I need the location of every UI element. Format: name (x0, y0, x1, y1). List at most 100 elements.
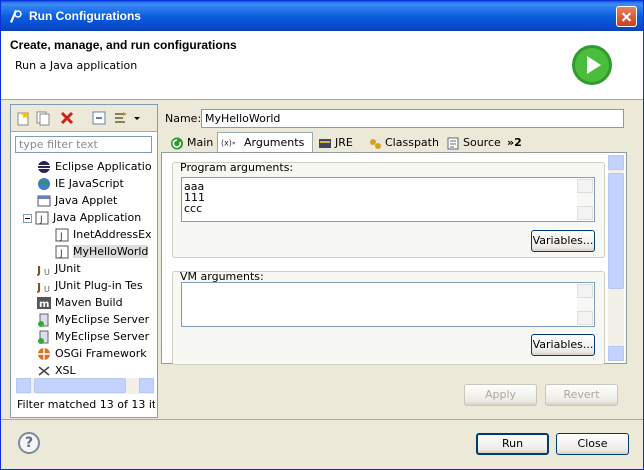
banner: Create, manage, and run configurations R… (1, 31, 643, 100)
scroll-thumb[interactable] (34, 378, 126, 393)
program-arguments-field[interactable]: aaa 111 ccc (181, 177, 595, 222)
scroll-thumb[interactable] (608, 173, 624, 289)
scroll-up-button[interactable] (577, 284, 593, 298)
tab-label: Arguments (244, 136, 305, 149)
java-app-icon: J (35, 211, 49, 225)
classpath-tab-icon (370, 139, 381, 149)
duplicate-config-icon[interactable] (35, 110, 51, 126)
tree-item[interactable]: J InetAddressEx (55, 226, 152, 243)
tree-item[interactable]: MyEclipse Server (37, 328, 149, 345)
revert-button[interactable]: Revert (545, 384, 618, 406)
tree-item[interactable]: m Maven Build (37, 294, 123, 311)
tree-item[interactable]: Eclipse Applicatio (37, 158, 152, 175)
maven-icon: m (37, 297, 51, 310)
svg-text:J: J (59, 249, 63, 259)
new-config-icon[interactable] (15, 110, 31, 126)
program-arguments-text: aaa 111 ccc (184, 180, 205, 215)
divider (1, 419, 643, 420)
main-tab-icon (171, 137, 183, 150)
applet-icon (37, 195, 51, 207)
name-field[interactable]: MyHelloWorld (201, 109, 624, 128)
arguments-pane: Program arguments: aaa 111 ccc Variables… (161, 152, 627, 365)
program-variables-button[interactable]: Variables... (531, 230, 595, 252)
tree-item-label: Java Applet (55, 194, 118, 207)
tab-jre[interactable]: JRE (315, 134, 363, 152)
tree-item[interactable]: Java Applet (37, 192, 117, 209)
program-arguments-group: Program arguments: aaa 111 ccc Variables… (172, 161, 605, 258)
java-app-icon: J (55, 245, 69, 259)
tab-overflow[interactable]: »2 (503, 134, 527, 152)
delete-config-icon[interactable] (59, 110, 75, 126)
run-config-icon (10, 10, 22, 23)
tree-item[interactable]: OSGi Framework (37, 345, 147, 362)
tree-item-label: Java Application (53, 211, 142, 224)
textarea-scrollbar[interactable] (577, 284, 593, 325)
vm-arguments-group: VM arguments: Variables... (172, 270, 605, 365)
scroll-down-button[interactable] (577, 206, 593, 220)
tree-item[interactable]: IE JavaScript (37, 175, 124, 192)
run-icon (572, 45, 612, 85)
banner-subtitle: Run a Java application (15, 59, 138, 72)
apply-button[interactable]: Apply (464, 384, 537, 406)
name-label: Name: (165, 112, 202, 125)
scroll-down-button[interactable] (577, 311, 593, 325)
tree-item-label: Maven Build (55, 296, 123, 309)
collapse-all-icon[interactable] (91, 110, 107, 126)
scroll-up-button[interactable] (577, 179, 593, 193)
svg-text:J: J (39, 215, 43, 225)
tree-item[interactable]: J U JUnit (37, 260, 81, 277)
tab-source[interactable]: Source (443, 134, 503, 152)
window-title: Run Configurations (29, 9, 141, 23)
svg-text:U: U (44, 268, 50, 276)
globe-icon (38, 178, 50, 190)
filter-icon[interactable] (113, 110, 129, 126)
scroll-left-button[interactable] (16, 378, 31, 393)
help-icon[interactable]: ? (18, 432, 40, 454)
tab-label: Main (187, 136, 214, 149)
tree-item-label: JUnit Plug-in Tes (55, 279, 143, 292)
tree-item-label: JUnit (55, 262, 81, 275)
tree-item[interactable]: XSL (37, 362, 76, 379)
filter-input[interactable]: type filter text (15, 136, 152, 153)
tree-item[interactable]: J U JUnit Plug-in Tes (37, 277, 143, 294)
collapse-toggle-icon[interactable] (23, 213, 32, 223)
run-button[interactable]: Run (476, 433, 549, 455)
chevron-down-icon[interactable] (133, 110, 141, 126)
tree-item-selected[interactable]: J MyHelloWorld (55, 243, 149, 260)
tab-classpath[interactable]: Classpath (365, 134, 441, 152)
svg-text:U: U (44, 285, 50, 293)
tab-label: Classpath (385, 136, 439, 149)
source-tab-icon (447, 137, 459, 150)
jre-tab-icon (319, 139, 331, 148)
scroll-down-button[interactable] (608, 346, 624, 361)
textarea-scrollbar[interactable] (577, 179, 593, 220)
horizontal-scrollbar[interactable] (16, 378, 154, 394)
server-icon (38, 330, 49, 344)
scroll-right-button[interactable] (139, 378, 154, 393)
vertical-scrollbar[interactable] (608, 155, 624, 361)
config-list-panel: type filter text Eclipse Applicatio IE J… (10, 104, 158, 418)
config-toolbar (11, 105, 157, 132)
tab-main[interactable]: Main (167, 134, 217, 152)
java-app-icon: J (55, 228, 69, 242)
scroll-up-button[interactable] (608, 155, 624, 170)
filter-status: Filter matched 13 of 13 iter (17, 398, 155, 411)
tree-item[interactable]: MyEclipse Server (37, 311, 149, 328)
close-button[interactable]: Close (556, 433, 629, 455)
tab-arguments[interactable]: (x)= Arguments (217, 132, 313, 153)
tree-item[interactable]: J Java Application (23, 209, 141, 226)
server-icon (38, 313, 49, 327)
arguments-tab-icon: (x)= (221, 139, 235, 148)
vm-variables-button[interactable]: Variables... (531, 334, 595, 356)
close-window-button[interactable] (616, 6, 637, 27)
tab-label: JRE (335, 136, 353, 149)
title-bar[interactable]: Run Configurations (1, 1, 643, 31)
tree-item-label: InetAddressEx (73, 228, 152, 241)
tree-item-label: IE JavaScript (55, 177, 124, 190)
tree-item-label: Eclipse Applicatio (55, 160, 152, 173)
tab-bar: Main (x)= Arguments JRE Classpath Source… (161, 132, 627, 153)
svg-text:m: m (39, 299, 49, 310)
junit-plugin-icon: JU (37, 281, 50, 293)
vm-arguments-field[interactable] (181, 282, 595, 327)
svg-text:J: J (37, 281, 41, 293)
